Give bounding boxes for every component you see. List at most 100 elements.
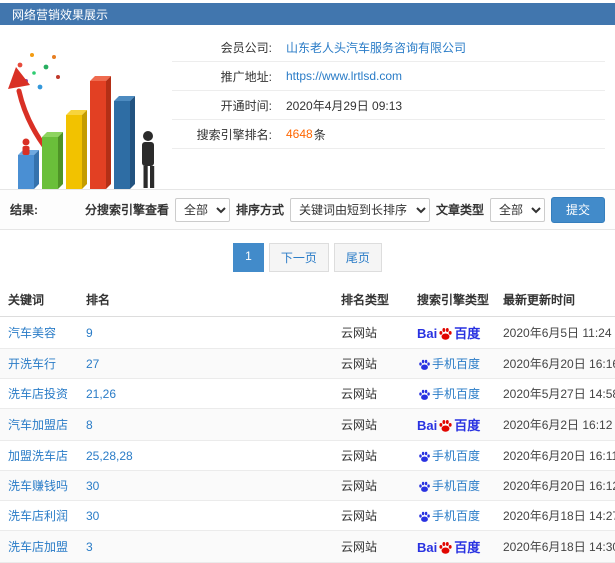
filter-bar: 结果: 分搜索引擎查看 全部 排序方式 关键词由短到长排序 文章类型 全部 提交 (0, 190, 615, 230)
type-filter-select[interactable]: 全部 (489, 197, 545, 222)
baidu-paw-icon (419, 511, 430, 522)
keyword-cell[interactable]: 洗车赚钱吗 (0, 470, 82, 501)
bar-navy (114, 96, 135, 189)
table-row: 洗车赚钱吗 30 云网站 手机百度 2020年6月20日 16:12 (0, 470, 615, 501)
updated-cell: 2020年6月20日 16:12 (499, 470, 615, 501)
mobile-baidu-label: 手机百度 (432, 387, 481, 401)
keyword-cell[interactable]: 加盟洗车店 (0, 440, 82, 471)
rank-type-cell: 云网站 (337, 378, 413, 409)
results-label: 结果: (10, 203, 38, 217)
table-row: 洗车店利润 30 云网站 手机百度 2020年6月18日 14:27 (0, 500, 615, 531)
info-row: 推广地址: https://www.lrtlsd.com (172, 62, 605, 91)
small-person-figure (22, 138, 30, 155)
engine-cell: Bai 百度 (413, 408, 499, 441)
baidu-paw-icon (419, 451, 430, 462)
info-value[interactable]: https://www.lrtlsd.com (286, 69, 402, 83)
bar-yellow (66, 110, 87, 189)
sort-filter-label: 排序方式 (235, 203, 284, 217)
mobile-baidu-label: 手机百度 (432, 449, 481, 463)
updated-cell: 2020年6月18日 14:27 (499, 500, 615, 531)
filter-controls: 分搜索引擎查看 全部 排序方式 关键词由短到长排序 文章类型 全部 提交 (84, 196, 605, 223)
column-header: 排名 (82, 283, 337, 317)
info-value[interactable]: 山东老人头汽车服务咨询有限公司 (286, 39, 466, 56)
page: 网络营销效果展示 会员公司: 山东老人头汽车服务咨询有限公司 推广地址: htt… (0, 3, 615, 563)
baidu-logo-text: Bai (417, 540, 438, 555)
table-row: 洗车店投资 21,26 云网站 手机百度 2020年5月27日 14:58 (0, 378, 615, 409)
baidu-logo-text: Bai (417, 418, 438, 433)
baidu-paw-icon (419, 389, 430, 400)
info-label: 开通时间: (220, 98, 272, 113)
table-header-row: 关键词 排名 排名类型 搜索引擎类型 最新更新时间 (0, 283, 615, 317)
engine-cell: 手机百度 (413, 500, 499, 531)
info-label: 搜索引擎排名: (196, 127, 272, 142)
info-suffix: 条 (313, 127, 326, 142)
engine-filter-select[interactable]: 全部 (174, 197, 230, 222)
table-row: 洗车店加盟 3 云网站 Bai 百度 2020年6月18日 14:30 (0, 530, 615, 563)
keyword-cell[interactable]: 汽车美容 (0, 316, 82, 349)
standing-person-figure (142, 131, 155, 188)
keyword-cell[interactable]: 洗车店投资 (0, 378, 82, 409)
updated-cell: 2020年6月18日 14:30 (499, 530, 615, 563)
rank-type-cell: 云网站 (337, 470, 413, 501)
rank-type-cell: 云网站 (337, 500, 413, 531)
baidu-logo-text: 百度 (454, 540, 481, 555)
keyword-ranking-table: 关键词 排名 排名类型 搜索引擎类型 最新更新时间 汽车美容 9 云网站 Bai 百度 2020年… (0, 283, 615, 563)
pagination: 1 下一页 尾页 (0, 243, 615, 272)
info-row: 会员公司: 山东老人头汽车服务咨询有限公司 (172, 33, 605, 62)
rank-cell: 9 (82, 316, 337, 349)
baidu-paw-icon (439, 542, 452, 554)
info-row: 开通时间: 2020年4月29日 09:13 (172, 91, 605, 120)
page-number-current[interactable]: 1 (233, 243, 264, 272)
submit-button[interactable]: 提交 (550, 196, 605, 223)
keyword-cell[interactable]: 汽车加盟店 (0, 408, 82, 441)
table-row: 汽车加盟店 8 云网站 Bai 百度 2020年6月2日 16:12 (0, 408, 615, 441)
rank-type-cell: 云网站 (337, 408, 413, 441)
rank-cell: 27 (82, 348, 337, 379)
engine-cell: 手机百度 (413, 348, 499, 379)
keyword-cell[interactable]: 洗车店加盟 (0, 530, 82, 563)
mobile-baidu-label: 手机百度 (432, 357, 481, 371)
page-title: 网络营销效果展示 (12, 7, 109, 22)
updated-cell: 2020年5月27日 14:58 (499, 378, 615, 409)
rank-cell: 30 (82, 470, 337, 501)
next-page-button[interactable]: 下一页 (268, 243, 329, 272)
keyword-cell[interactable]: 洗车店利润 (0, 500, 82, 531)
rank-cell: 8 (82, 408, 337, 441)
table-row: 加盟洗车店 25,28,28 云网站 手机百度 2020年6月20日 16:11 (0, 440, 615, 471)
keyword-cell[interactable]: 开洗车行 (0, 348, 82, 379)
info-row: 搜索引擎排名: 4648 条 (172, 120, 605, 149)
mobile-baidu-label: 手机百度 (432, 509, 481, 523)
info-label: 推广地址: (220, 69, 272, 84)
summary-panel: 会员公司: 山东老人头汽车服务咨询有限公司推广地址: https://www.lrt… (0, 25, 615, 190)
bar-chart-illustration (0, 25, 172, 189)
engine-cell: Bai 百度 (413, 316, 499, 349)
table-row: 汽车美容 9 云网站 Bai 百度 2020年6月5日 11:24 (0, 316, 615, 349)
table-row: 开洗车行 27 云网站 手机百度 2020年6月20日 16:16 (0, 348, 615, 379)
rank-cell: 25,28,28 (82, 440, 337, 471)
updated-cell: 2020年6月2日 16:12 (499, 408, 615, 441)
engine-cell: 手机百度 (413, 378, 499, 409)
rank-cell: 3 (82, 530, 337, 563)
bar-green (42, 132, 63, 189)
type-filter-label: 文章类型 (435, 203, 484, 217)
updated-cell: 2020年6月5日 11:24 (499, 316, 615, 349)
growth-chart-graphic (8, 53, 155, 189)
column-header: 排名类型 (337, 283, 413, 317)
sort-filter-select[interactable]: 关键词由短到长排序 (289, 197, 430, 222)
bar-red (90, 76, 111, 189)
mobile-baidu-label: 手机百度 (432, 479, 481, 493)
company-info-list: 会员公司: 山东老人头汽车服务咨询有限公司推广地址: https://www.lrt… (172, 33, 605, 189)
engine-cell: 手机百度 (413, 440, 499, 471)
updated-cell: 2020年6月20日 16:16 (499, 348, 615, 379)
baidu-logo-text: 百度 (454, 326, 481, 341)
rank-type-cell: 云网站 (337, 316, 413, 349)
growth-arrow-head (8, 67, 30, 89)
engine-cell: Bai 百度 (413, 530, 499, 563)
baidu-paw-icon (439, 328, 452, 340)
engine-filter-label: 分搜索引擎查看 (84, 203, 169, 217)
rank-type-cell: 云网站 (337, 440, 413, 471)
info-value: 4648 (286, 127, 313, 141)
baidu-paw-icon (439, 420, 452, 432)
last-page-button[interactable]: 尾页 (333, 243, 382, 272)
column-header: 搜索引擎类型 (413, 283, 499, 317)
